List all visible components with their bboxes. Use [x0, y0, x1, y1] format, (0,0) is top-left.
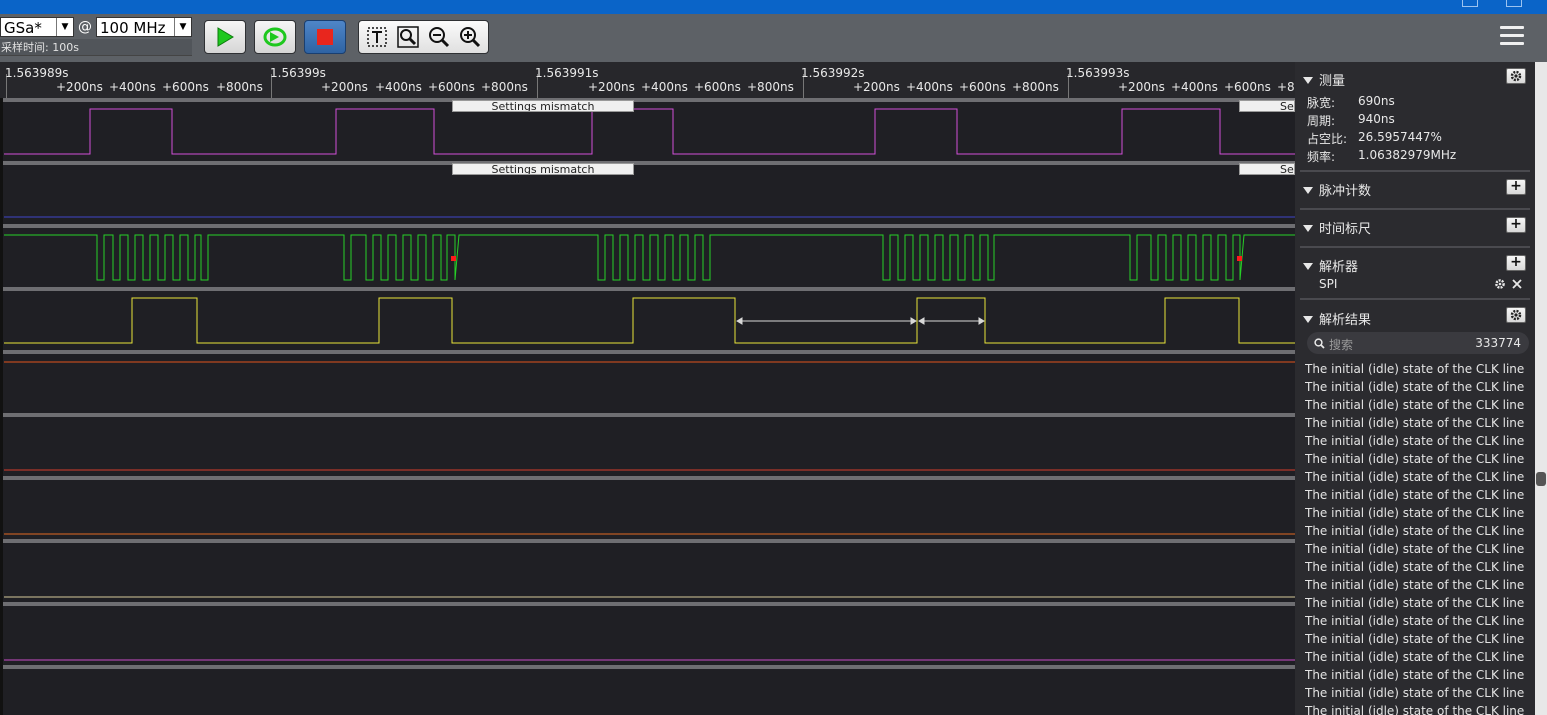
duty-cycle-value: 26.5957447% — [1358, 130, 1442, 144]
result-item[interactable]: The initial (idle) state of the CLK line… — [1305, 398, 1527, 412]
marker-dot — [451, 256, 456, 261]
pulse-width-value: 690ns — [1358, 94, 1395, 108]
result-item[interactable]: The initial (idle) state of the CLK line… — [1305, 506, 1527, 520]
results-count: 333774 — [1475, 336, 1521, 350]
close-icon[interactable] — [1512, 279, 1522, 289]
result-item[interactable]: The initial (idle) state of the CLK line… — [1305, 470, 1527, 484]
channel-3-waveform — [4, 297, 1295, 344]
result-item[interactable]: The initial (idle) state of the CLK line… — [1305, 668, 1527, 682]
add-analyzer-button[interactable]: + — [1506, 255, 1526, 271]
collapse-triangle-icon[interactable] — [1303, 77, 1313, 84]
settings-mismatch-badge[interactable]: Se — [1239, 100, 1295, 112]
pulse-width-label: 脉宽: — [1307, 96, 1336, 110]
collapse-triangle-icon[interactable] — [1303, 263, 1313, 270]
result-item[interactable]: The initial (idle) state of the CLK line… — [1305, 578, 1527, 592]
channel-2-waveform — [4, 234, 1295, 281]
collapse-triangle-icon[interactable] — [1303, 187, 1313, 194]
result-item[interactable]: The initial (idle) state of the CLK line… — [1305, 452, 1527, 466]
results-settings-button[interactable] — [1506, 307, 1526, 323]
analyzer-section-header[interactable]: 解析器 — [1303, 256, 1358, 275]
measure-section-header[interactable]: 测量 — [1303, 70, 1345, 89]
result-item[interactable]: The initial (idle) state of the CLK line… — [1305, 434, 1527, 448]
result-item[interactable]: The initial (idle) state of the CLK line… — [1305, 632, 1527, 646]
measure-arrows — [736, 317, 985, 325]
result-item[interactable]: The initial (idle) state of the CLK line… — [1305, 524, 1527, 538]
collapse-triangle-icon[interactable] — [1303, 225, 1313, 232]
gear-icon — [1510, 309, 1522, 321]
result-item[interactable]: The initial (idle) state of the CLK line… — [1305, 686, 1527, 700]
scrollbar[interactable] — [1535, 62, 1547, 715]
search-placeholder: 搜索 — [1329, 338, 1354, 352]
duty-cycle-label: 占空比: — [1307, 132, 1348, 146]
analyzer-title: 解析器 — [1319, 260, 1359, 275]
result-item[interactable]: The initial (idle) state of the CLK line… — [1305, 488, 1527, 502]
marker-dot — [1237, 256, 1242, 261]
window-restore-icon[interactable] — [1462, 0, 1478, 7]
result-item[interactable]: The initial (idle) state of the CLK line… — [1305, 542, 1527, 556]
result-item[interactable]: The initial (idle) state of the CLK line… — [1305, 650, 1527, 664]
period-label: 周期: — [1307, 114, 1336, 128]
result-item[interactable]: The initial (idle) state of the CLK line… — [1305, 380, 1527, 394]
analyzer-item-spi[interactable]: SPI — [1319, 277, 1337, 291]
results-title: 解析结果 — [1319, 313, 1372, 328]
gear-icon[interactable] — [1494, 278, 1506, 290]
collapse-triangle-icon[interactable] — [1303, 316, 1313, 323]
result-item[interactable]: The initial (idle) state of the CLK line… — [1305, 596, 1527, 610]
divider — [1300, 246, 1530, 248]
search-icon — [1314, 338, 1325, 349]
pulse-count-section-header[interactable]: 脉冲计数 — [1303, 180, 1371, 199]
add-pulse-count-button[interactable]: + — [1506, 179, 1526, 195]
side-panel: 测量 脉宽: 690ns 周期: 940ns 占空比: 26.5957447% … — [1295, 62, 1535, 715]
frequency-label: 频率: — [1307, 150, 1336, 164]
measure-title: 测量 — [1319, 74, 1346, 89]
gear-icon — [1510, 70, 1522, 82]
frequency-value-readout: 1.06382979MHz — [1358, 148, 1457, 162]
result-item[interactable]: The initial (idle) state of the CLK line… — [1305, 704, 1527, 715]
divider — [1300, 170, 1530, 172]
result-item[interactable]: The initial (idle) state of the CLK line… — [1305, 614, 1527, 628]
result-item[interactable]: The initial (idle) state of the CLK line… — [1305, 362, 1527, 376]
time-ruler-title: 时间标尺 — [1319, 222, 1372, 237]
result-item[interactable]: The initial (idle) state of the CLK line… — [1305, 416, 1527, 430]
pulse-count-title: 脉冲计数 — [1319, 184, 1372, 199]
result-item[interactable]: The initial (idle) state of the CLK line… — [1305, 560, 1527, 574]
scrollbar-thumb[interactable] — [1536, 472, 1546, 486]
left-border — [0, 98, 3, 715]
time-ruler-section-header[interactable]: 时间标尺 — [1303, 218, 1371, 237]
results-search-input[interactable]: 搜索 333774 — [1307, 332, 1529, 354]
channel-separators — [0, 98, 1295, 669]
divider — [1300, 208, 1530, 210]
waveform-view[interactable] — [0, 0, 1295, 715]
divider — [1300, 298, 1530, 300]
channel-0-waveform — [4, 108, 1295, 155]
settings-mismatch-badge[interactable]: Se — [1239, 163, 1295, 175]
measure-settings-button[interactable] — [1506, 68, 1526, 84]
settings-mismatch-badge[interactable]: Settings mismatch — [452, 100, 634, 112]
settings-mismatch-badge[interactable]: Settings mismatch — [452, 163, 634, 175]
menu-icon[interactable] — [1500, 26, 1524, 48]
window-close-icon[interactable] — [1506, 0, 1522, 7]
add-time-ruler-button[interactable]: + — [1506, 217, 1526, 233]
results-section-header[interactable]: 解析结果 — [1303, 309, 1371, 328]
period-value: 940ns — [1358, 112, 1395, 126]
